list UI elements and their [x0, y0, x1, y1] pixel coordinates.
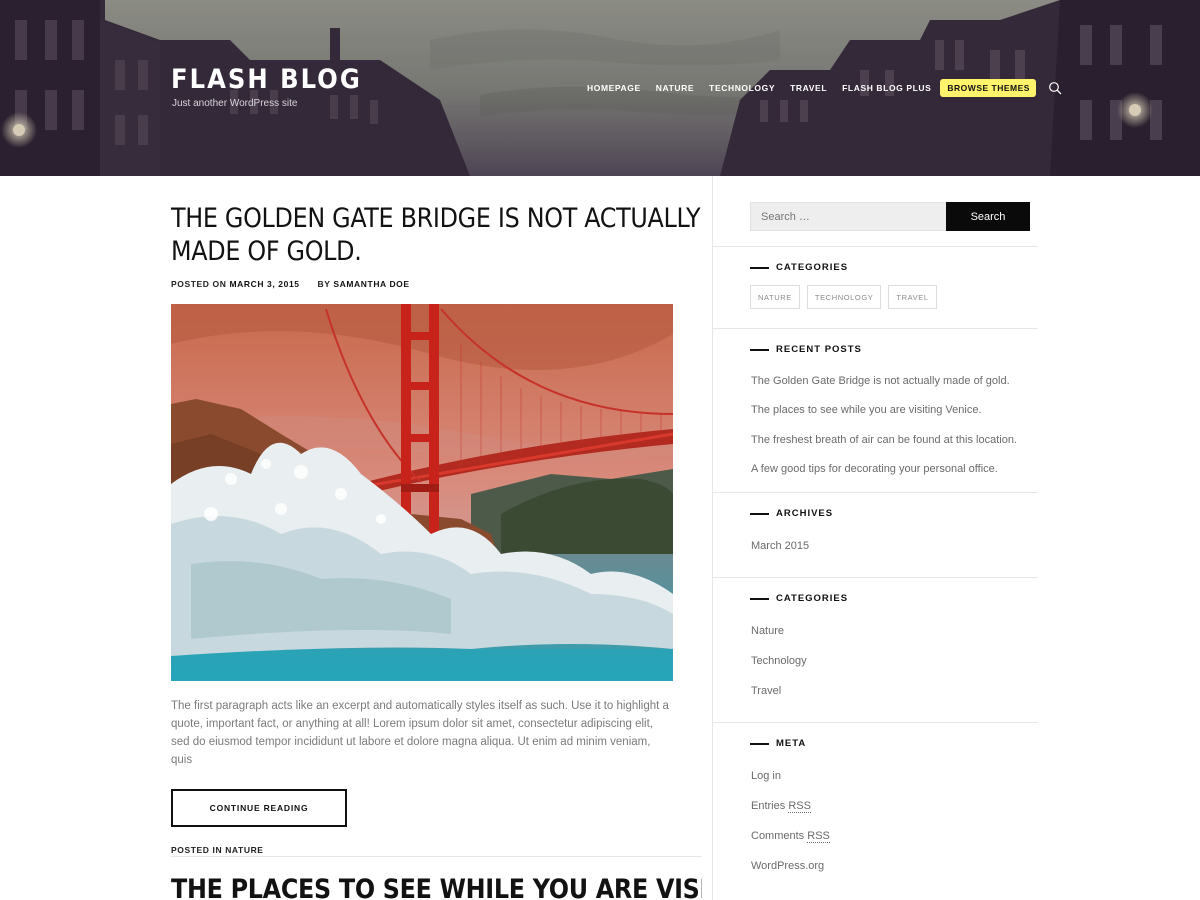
tag-technology[interactable]: TECHNOLOGY [806, 285, 882, 309]
recent-post-link[interactable]: The Golden Gate Bridge is not actually m… [751, 375, 1010, 387]
post-category-link[interactable]: NATURE [225, 845, 263, 855]
sidebar-border [712, 176, 713, 900]
category-tag-cloud: NATURE TECHNOLOGY TRAVEL [750, 285, 944, 309]
widget-title-categories-tags: CATEGORIES [750, 262, 848, 273]
widget-title-categories-list: CATEGORIES [750, 593, 848, 604]
meta-login-link[interactable]: Log in [751, 770, 781, 782]
sidebar-search-input[interactable] [750, 202, 946, 231]
search-icon[interactable] [1048, 81, 1062, 95]
nav-item-technology[interactable]: TECHNOLOGY [709, 83, 775, 93]
widget-title-archives: ARCHIVES [750, 508, 833, 519]
featured-image[interactable] [171, 304, 673, 681]
post-excerpt: The first paragraph acts like an excerpt… [171, 700, 669, 766]
main-navigation: HOMEPAGE NATURE TECHNOLOGY TRAVEL FLASH … [587, 79, 1062, 97]
nav-item-nature[interactable]: NATURE [656, 83, 694, 93]
post-title[interactable]: THE GOLDEN GATE BRIDGE IS NOT ACTUALLY M… [171, 202, 702, 268]
category-link-technology[interactable]: Technology [751, 655, 807, 667]
category-link-nature[interactable]: Nature [751, 625, 784, 637]
post-author-link[interactable]: SAMANTHA DOE [333, 279, 409, 289]
site-title[interactable]: FLASH BLOG [171, 64, 362, 95]
post-meta: POSTED ON MARCH 3, 2015 BY SAMANTHA DOE [171, 279, 702, 289]
continue-reading-button[interactable]: CONTINUE READING [171, 789, 347, 827]
post-date-link[interactable]: MARCH 3, 2015 [229, 279, 299, 289]
recent-post-link[interactable]: A few good tips for decorating your pers… [751, 463, 998, 475]
tag-nature[interactable]: NATURE [750, 285, 800, 309]
recent-post-link[interactable]: The places to see while you are visiting… [751, 404, 982, 416]
posted-on-label: POSTED ON [171, 279, 227, 289]
by-label: BY [317, 279, 331, 289]
tag-travel[interactable]: TRAVEL [888, 285, 937, 309]
widget-divider [713, 246, 1038, 247]
widget-divider [713, 492, 1038, 493]
site-header: FLASH BLOG Just another WordPress site H… [0, 0, 1200, 176]
meta-comments-rss-link[interactable]: Comments RSS [751, 830, 830, 843]
widget-divider [713, 328, 1038, 329]
posted-in: POSTED IN NATURE [171, 845, 702, 855]
widget-title-recent-posts: RECENT POSTS [750, 344, 862, 355]
meta-entries-rss-link[interactable]: Entries RSS [751, 800, 811, 813]
next-post-title[interactable]: THE PLACES TO SEE WHILE YOU ARE VISITING… [171, 873, 702, 900]
widget-divider [713, 722, 1038, 723]
post-article: THE GOLDEN GATE BRIDGE IS NOT ACTUALLY M… [171, 202, 702, 855]
nav-item-homepage[interactable]: HOMEPAGE [587, 83, 641, 93]
recent-post-link[interactable]: The freshest breath of air can be found … [751, 434, 1017, 446]
widget-title-meta: META [750, 738, 806, 749]
nav-item-travel[interactable]: TRAVEL [790, 83, 827, 93]
category-link-travel[interactable]: Travel [751, 685, 781, 697]
nav-item-flash-blog-plus[interactable]: FLASH BLOG PLUS [842, 83, 931, 93]
site-tagline: Just another WordPress site [172, 98, 298, 109]
sidebar-search-button[interactable]: Search [946, 202, 1030, 231]
meta-wordpress-link[interactable]: WordPress.org [751, 860, 824, 872]
posted-in-label: POSTED IN [171, 845, 223, 855]
browse-themes-button[interactable]: BROWSE THEMES [940, 79, 1036, 97]
post-divider [171, 856, 702, 857]
archive-link-march-2015[interactable]: March 2015 [751, 540, 809, 552]
widget-divider [713, 577, 1038, 578]
